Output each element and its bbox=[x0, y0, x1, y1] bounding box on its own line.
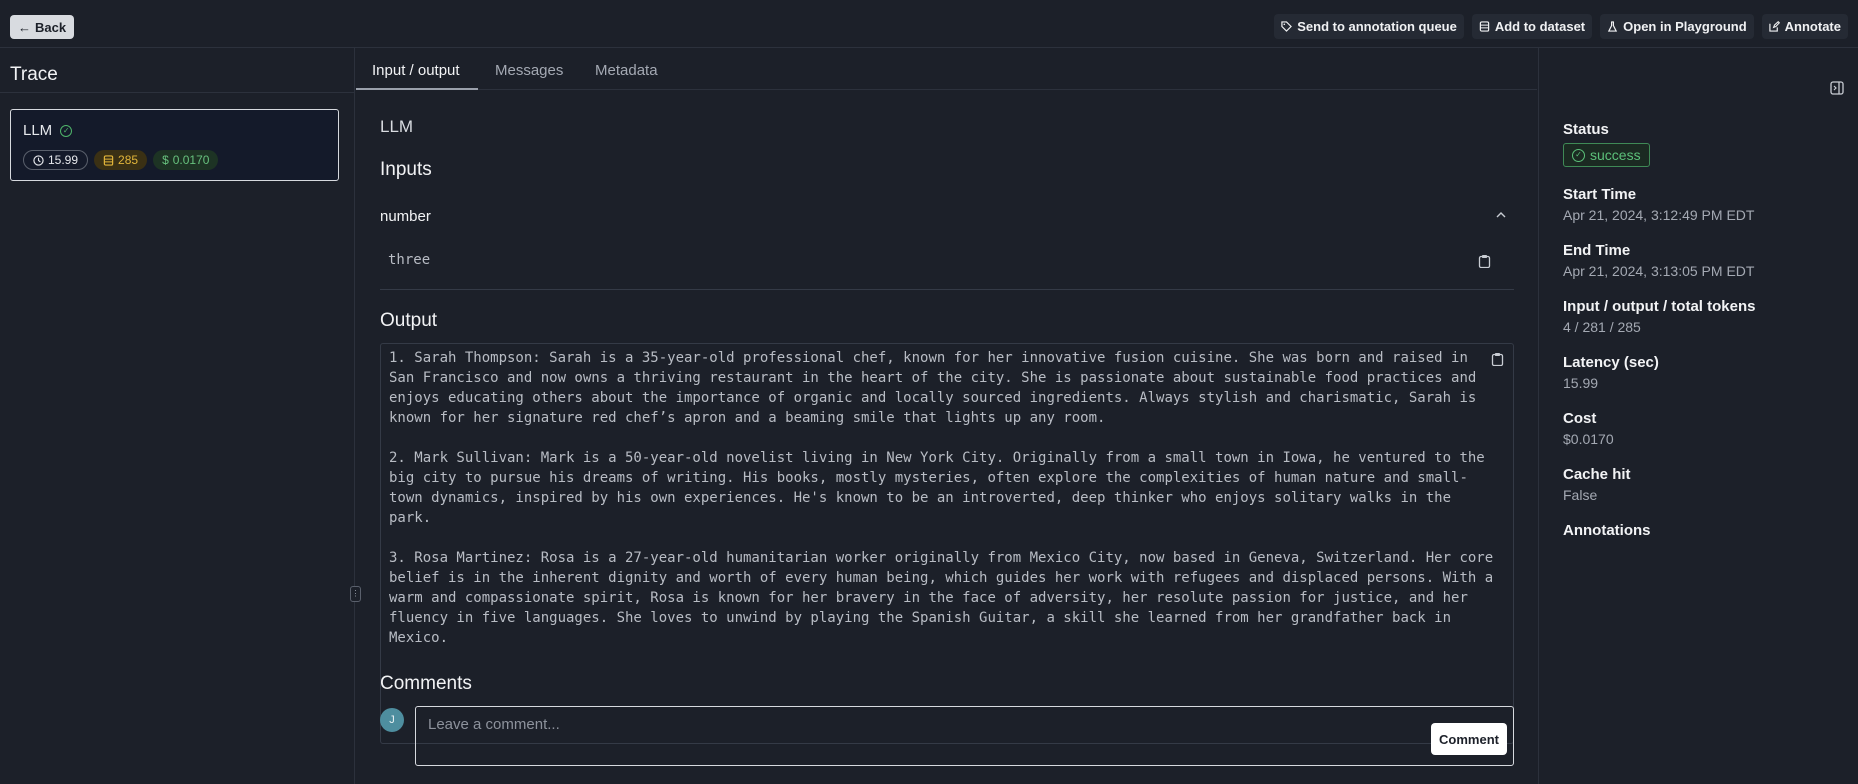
tokens-label: Input / output / total tokens bbox=[1563, 298, 1756, 315]
start-time-label: Start Time bbox=[1563, 186, 1637, 203]
run-name: LLM bbox=[23, 122, 53, 139]
input-field-value: three bbox=[388, 252, 431, 268]
database-icon bbox=[1479, 21, 1490, 32]
cost-section: Cost $0.0170 bbox=[1563, 410, 1614, 447]
avatar: J bbox=[380, 708, 404, 732]
success-check-icon: ✓ bbox=[1572, 148, 1585, 162]
annotate-label: Annotate bbox=[1784, 19, 1841, 34]
latency-value: 15.99 bbox=[48, 153, 79, 167]
tab-metadata[interactable]: Metadata bbox=[595, 62, 658, 79]
comment-input[interactable]: Leave a comment... Comment bbox=[415, 706, 1514, 766]
open-in-playground-button[interactable]: Open in Playground bbox=[1600, 14, 1754, 39]
latency-value: 15.99 bbox=[1563, 375, 1599, 391]
clock-icon bbox=[33, 154, 44, 166]
edit-icon bbox=[1768, 21, 1780, 32]
tokens-value: 4 / 281 / 285 bbox=[1563, 319, 1641, 335]
start-time-value: Apr 21, 2024, 3:12:49 PM EDT bbox=[1563, 207, 1755, 223]
latency-section: Latency (sec) 15.99 bbox=[1563, 354, 1659, 391]
details-panel: Status ✓ success Start Time Apr 21, 2024… bbox=[1538, 48, 1858, 784]
comment-button[interactable]: Comment bbox=[1431, 723, 1507, 755]
status-section: Status ✓ success bbox=[1563, 121, 1650, 167]
back-button[interactable]: ← Back bbox=[10, 15, 75, 39]
start-time-section: Start Time Apr 21, 2024, 3:12:49 PM EDT bbox=[1563, 186, 1754, 223]
annotate-button[interactable]: Annotate bbox=[1761, 14, 1848, 39]
tag-icon bbox=[1281, 21, 1293, 32]
tab-input-output[interactable]: Input / output bbox=[372, 62, 460, 79]
end-time-value: Apr 21, 2024, 3:13:05 PM EDT bbox=[1563, 263, 1755, 279]
tokens-chip: 285 bbox=[94, 150, 148, 170]
send-to-annotation-queue-button[interactable]: Send to annotation queue bbox=[1274, 14, 1464, 39]
dollar-icon: $ bbox=[162, 153, 169, 167]
cost-value: 0.0170 bbox=[172, 153, 210, 167]
latency-label: Latency (sec) bbox=[1563, 354, 1659, 371]
action-bar: Send to annotation queue Add to dataset … bbox=[1274, 14, 1848, 39]
arrow-left-icon: ← bbox=[18, 19, 31, 35]
sidebar-toggle-icon[interactable] bbox=[1830, 81, 1844, 95]
sidebar-divider bbox=[0, 92, 355, 93]
end-time-section: End Time Apr 21, 2024, 3:13:05 PM EDT bbox=[1563, 242, 1754, 279]
latency-chip: 15.99 bbox=[23, 150, 89, 170]
run-name-heading: LLM bbox=[380, 117, 414, 136]
cache-hit-label: Cache hit bbox=[1563, 466, 1631, 483]
open-in-playground-label: Open in Playground bbox=[1623, 19, 1747, 34]
trace-run-card[interactable]: LLM ✓ 15.99 285 $ 0.0170 bbox=[10, 109, 339, 181]
trace-title: Trace bbox=[10, 64, 58, 85]
main-content: LLM Inputs number three Output 1. Sarah … bbox=[356, 90, 1537, 784]
run-title: LLM ✓ bbox=[23, 122, 73, 139]
annotations-section: Annotations bbox=[1563, 522, 1651, 539]
comment-placeholder: Leave a comment... bbox=[428, 716, 560, 733]
status-badge: ✓ success bbox=[1563, 143, 1650, 167]
status-value: success bbox=[1590, 147, 1641, 163]
status-label: Status bbox=[1563, 121, 1609, 138]
tokens-section: Input / output / total tokens 4 / 281 / … bbox=[1563, 298, 1755, 335]
resize-handle[interactable]: ⋮ bbox=[350, 586, 361, 602]
output-text: 1. Sarah Thompson: Sarah is a 35-year-ol… bbox=[389, 350, 1494, 646]
inputs-divider bbox=[380, 289, 1514, 290]
input-field-label: number bbox=[380, 208, 431, 225]
database-icon bbox=[103, 154, 114, 166]
annotations-label: Annotations bbox=[1563, 522, 1651, 539]
tab-bar: Input / output Messages Metadata bbox=[356, 48, 1537, 90]
cache-hit-section: Cache hit False bbox=[1563, 466, 1631, 503]
send-to-annotation-queue-label: Send to annotation queue bbox=[1297, 19, 1457, 34]
tab-messages[interactable]: Messages bbox=[495, 62, 563, 79]
back-label: Back bbox=[35, 19, 67, 35]
cost-value: $0.0170 bbox=[1563, 431, 1614, 447]
top-bar: ← Back Send to annotation queue Add to d… bbox=[0, 0, 1858, 48]
output-heading: Output bbox=[380, 310, 438, 331]
add-to-dataset-button[interactable]: Add to dataset bbox=[1471, 14, 1593, 39]
flask-icon bbox=[1608, 21, 1618, 32]
add-to-dataset-label: Add to dataset bbox=[1494, 19, 1586, 34]
inputs-heading: Inputs bbox=[380, 159, 432, 180]
tokens-value: 285 bbox=[118, 153, 139, 167]
trace-sidebar: Trace LLM ✓ 15.99 285 $ 0.0170 bbox=[0, 48, 355, 784]
copy-input-icon[interactable] bbox=[1478, 254, 1491, 268]
comments-heading: Comments bbox=[380, 673, 472, 694]
end-time-label: End Time bbox=[1563, 242, 1631, 259]
cost-label: Cost bbox=[1563, 410, 1597, 427]
output-box[interactable]: 1. Sarah Thompson: Sarah is a 35-year-ol… bbox=[380, 343, 1514, 744]
cost-chip: $ 0.0170 bbox=[153, 150, 219, 170]
success-check-icon: ✓ bbox=[60, 124, 73, 137]
cache-hit-value: False bbox=[1563, 487, 1598, 503]
chevron-up-icon[interactable] bbox=[1495, 209, 1507, 221]
copy-output-icon[interactable] bbox=[1491, 352, 1504, 366]
run-stats: 15.99 285 $ 0.0170 bbox=[23, 150, 219, 170]
